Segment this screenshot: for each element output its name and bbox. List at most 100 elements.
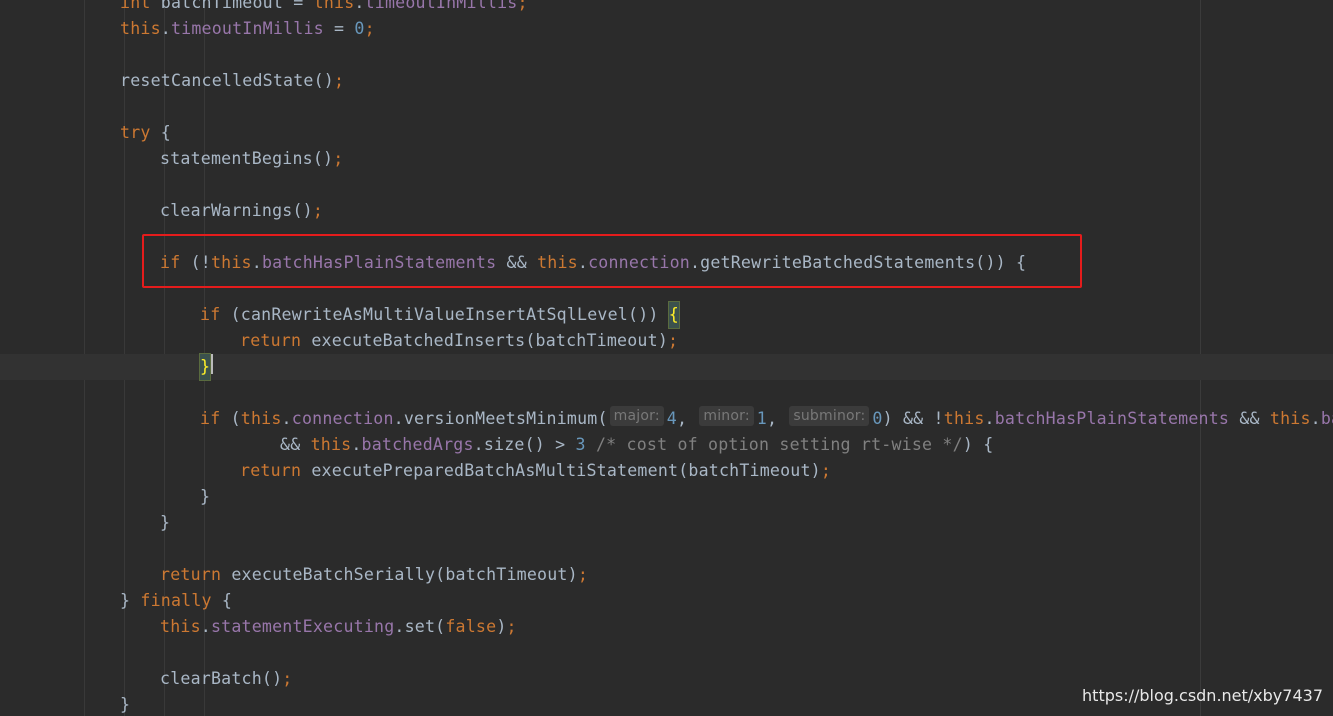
code-token: . xyxy=(984,409,995,428)
code-line[interactable]: } finally { xyxy=(120,588,232,614)
code-token: = xyxy=(323,19,355,38)
code-line[interactable]: } xyxy=(160,510,170,536)
code-line[interactable]: if (this.connection.versionMeetsMinimum(… xyxy=(200,406,1333,432)
code-token: this xyxy=(240,409,282,428)
code-token: false xyxy=(445,617,497,636)
code-token: batchTimeout = xyxy=(150,0,314,12)
highlight-annotation-box xyxy=(142,234,1082,288)
code-token: executeBatchedInserts(batchTimeout) xyxy=(301,331,669,350)
code-token: } xyxy=(120,591,141,610)
code-line[interactable]: statementBegins(); xyxy=(160,146,343,172)
code-token: ; xyxy=(312,201,324,220)
code-token: timeoutInMillis xyxy=(170,19,324,38)
code-token: ; xyxy=(333,149,344,168)
code-token: && xyxy=(1229,409,1270,428)
code-token: 0 xyxy=(354,19,365,38)
code-token: && xyxy=(280,435,311,454)
text-caret xyxy=(211,354,214,374)
code-token: ( xyxy=(220,409,241,428)
code-token: clearWarnings() xyxy=(160,201,313,220)
code-token: this xyxy=(120,19,161,38)
code-line[interactable]: if (canRewriteAsMultiValueInsertAtSqlLev… xyxy=(200,301,680,329)
code-token: 4 xyxy=(666,409,677,428)
code-token: ) xyxy=(496,617,507,636)
code-token: /* cost of option setting rt-wise */ xyxy=(595,435,963,454)
code-token: ; xyxy=(577,565,589,584)
code-line[interactable]: return executeBatchedInserts(batchTimeou… xyxy=(240,328,678,354)
matched-brace: } xyxy=(198,353,212,381)
code-editor[interactable]: int batchTimeout = this.timeoutInMillis;… xyxy=(0,0,1333,716)
code-token: . xyxy=(354,0,365,12)
code-token: executeBatchSerially(batchTimeout) xyxy=(221,565,578,584)
code-token: .size() > xyxy=(473,435,576,454)
code-line[interactable]: this.statementExecuting.set(false); xyxy=(160,614,517,640)
code-line[interactable]: && this.batchedArgs.size() > 3 /* cost o… xyxy=(280,432,993,458)
code-token: return xyxy=(160,565,222,584)
code-token: 0 xyxy=(872,409,883,428)
code-token: this xyxy=(160,617,201,636)
code-token: (canRewriteAsMultiValueInsertAtSqlLevel(… xyxy=(220,305,669,324)
code-line[interactable]: clearBatch(); xyxy=(160,666,293,692)
code-token: executePreparedBatchAsMultiStatement(bat… xyxy=(301,461,821,480)
code-line[interactable]: } xyxy=(120,692,130,716)
code-token: if xyxy=(200,409,221,428)
code-token: resetCancelledState() xyxy=(120,71,334,90)
parameter-hint: minor: xyxy=(699,406,754,426)
code-token: . xyxy=(351,435,362,454)
code-token: connection xyxy=(291,409,394,428)
code-line[interactable]: this.timeoutInMillis = 0; xyxy=(120,16,375,42)
code-token: this xyxy=(943,409,985,428)
code-token: { xyxy=(150,123,171,142)
code-line[interactable]: } xyxy=(200,484,210,510)
code-token: statementBegins() xyxy=(160,149,334,168)
code-token: .set( xyxy=(394,617,446,636)
code-token: batchHasPlainStatements xyxy=(994,409,1230,428)
code-line[interactable]: } xyxy=(0,353,1333,381)
matched-brace: { xyxy=(667,301,680,329)
watermark-text: https://blog.csdn.net/xby7437 xyxy=(1082,686,1323,705)
parameter-hint: subminor: xyxy=(789,406,870,426)
code-token: this xyxy=(310,435,352,454)
code-token: batchedArgs xyxy=(361,435,474,454)
code-token: int xyxy=(120,0,151,12)
code-token: ; xyxy=(517,0,528,12)
code-token: , xyxy=(676,409,698,428)
code-token: ; xyxy=(282,669,293,688)
code-token: ) { xyxy=(962,435,994,454)
code-token: . xyxy=(200,617,211,636)
code-line[interactable]: try { xyxy=(120,120,171,146)
code-line[interactable]: return executeBatchSerially(batchTimeout… xyxy=(160,562,588,588)
code-token: try xyxy=(120,123,151,142)
code-token: ; xyxy=(820,461,832,480)
code-token: clearBatch() xyxy=(160,669,283,688)
code-token: .versionMeetsMinimum( xyxy=(393,409,608,428)
code-token: . xyxy=(1310,409,1321,428)
code-token: ; xyxy=(506,617,517,636)
code-token: this xyxy=(1269,409,1311,428)
code-token: statementExecuting xyxy=(210,617,395,636)
code-token: return xyxy=(240,461,302,480)
code-token: return xyxy=(240,331,302,350)
code-token: finally xyxy=(140,591,212,610)
code-line[interactable]: return executePreparedBatchAsMultiStatem… xyxy=(240,458,831,484)
parameter-hint: major: xyxy=(609,406,664,426)
code-token: ; xyxy=(334,71,345,90)
code-token: . xyxy=(281,409,292,428)
code-token: } xyxy=(120,695,131,714)
code-token: . xyxy=(160,19,171,38)
code-token: } xyxy=(200,487,211,506)
code-token: bat xyxy=(1320,409,1333,428)
code-token: { xyxy=(211,591,233,610)
code-line[interactable]: resetCancelledState(); xyxy=(120,68,344,94)
code-token: if xyxy=(200,305,221,324)
code-token: ; xyxy=(364,19,375,38)
code-token: ) && ! xyxy=(882,409,944,428)
code-line[interactable]: clearWarnings(); xyxy=(160,198,323,224)
code-token: ; xyxy=(668,331,679,350)
code-line[interactable]: int batchTimeout = this.timeoutInMillis; xyxy=(120,0,528,16)
code-token: , xyxy=(766,409,788,428)
code-token: 3 xyxy=(575,435,586,454)
code-token: 1 xyxy=(756,409,767,428)
code-token: } xyxy=(160,513,171,532)
